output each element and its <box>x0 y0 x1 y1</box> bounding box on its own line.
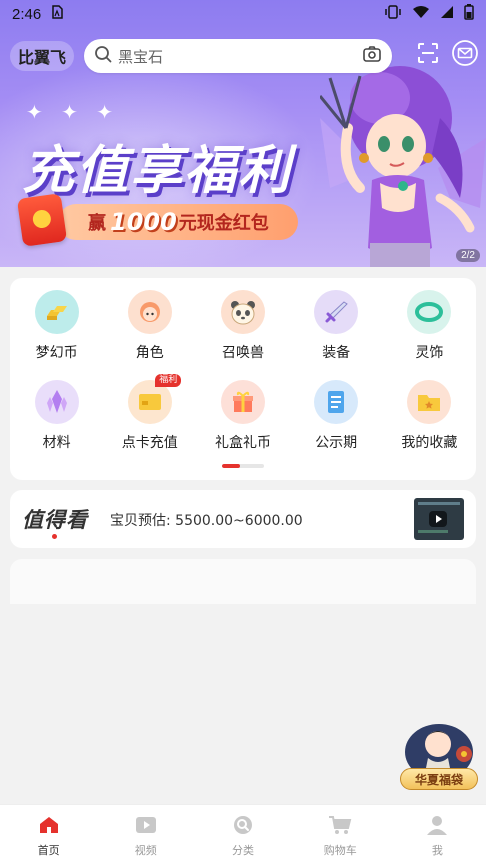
mail-icon <box>452 40 478 70</box>
category-characters[interactable]: 角色 <box>103 290 196 370</box>
category-grid: 梦幻币 角色 召唤兽 装备 灵饰 材料 福利 点卡充值 礼盒礼币 公示期 我的收… <box>10 290 476 460</box>
home-icon <box>38 815 60 839</box>
worth-look-estimate: 宝贝预估: 5500.00~6000.00 <box>110 513 303 529</box>
tab-label: 视频 <box>134 844 157 857</box>
panda-icon <box>220 290 265 334</box>
category-my-favorites[interactable]: 我的收藏 <box>383 380 476 460</box>
video-thumbnail[interactable] <box>414 498 464 540</box>
crystal-icon <box>34 380 79 424</box>
category-materials[interactable]: 材料 <box>10 380 103 460</box>
signal-icon <box>440 5 454 23</box>
gold-bars-icon <box>34 290 79 334</box>
category-public-notice[interactable]: 公示期 <box>290 380 383 460</box>
bottom-nav: 首页 视频 分类 购物车 我 <box>0 804 486 864</box>
category-label: 我的收藏 <box>401 435 458 451</box>
favorite-star-icon <box>407 380 452 424</box>
promo-label: 华夏福袋 <box>400 768 478 790</box>
jade-ring-icon <box>407 290 452 334</box>
red-envelope-icon <box>16 193 68 247</box>
vibrate-icon <box>384 5 402 23</box>
scan-button[interactable] <box>413 40 443 70</box>
category-point-card-recharge[interactable]: 福利 点卡充值 <box>103 374 196 460</box>
welfare-badge: 福利 <box>155 374 182 387</box>
category-label: 装备 <box>322 345 351 361</box>
worth-look-card[interactable]: 值得看 宝贝预估: 5500.00~6000.00 <box>10 490 476 548</box>
tab-home[interactable]: 首页 <box>0 805 97 864</box>
tab-label: 分类 <box>232 844 254 857</box>
play-icon <box>429 511 447 527</box>
category-gift-boxes[interactable]: 礼盒礼币 <box>196 380 289 460</box>
category-label: 点卡充值 <box>121 435 178 451</box>
camera-icon[interactable] <box>362 45 382 67</box>
category-summoned-beasts[interactable]: 召唤兽 <box>196 290 289 370</box>
sim-card-icon <box>51 5 63 23</box>
category-label: 梦幻币 <box>35 345 78 361</box>
category-equipment[interactable]: 装备 <box>290 290 383 370</box>
gift-box-icon <box>220 380 265 424</box>
status-icons <box>384 4 474 24</box>
scan-icon <box>416 41 440 69</box>
content-placeholder-card <box>10 559 476 604</box>
banner-reward-pill: 赢 1000 元现金红包 <box>58 204 298 240</box>
banner-headline: 充值享福利 <box>22 141 293 201</box>
tab-label: 我 <box>431 844 443 857</box>
banner-character-illustration <box>320 66 486 267</box>
battery-icon <box>464 4 474 24</box>
search-icon <box>94 45 112 67</box>
search-bar[interactable]: 黑宝石 <box>84 39 392 73</box>
category-grid-card: 梦幻币 角色 召唤兽 装备 灵饰 材料 福利 点卡充值 礼盒礼币 公示期 我的收… <box>10 278 476 480</box>
tab-cart[interactable]: 购物车 <box>292 805 389 864</box>
banner-win-label: 赢 <box>88 213 106 234</box>
category-label: 召唤兽 <box>221 345 264 361</box>
status-bar: 2:46 <box>0 0 486 28</box>
category-game-coins[interactable]: 梦幻币 <box>10 290 103 370</box>
category-page-indicator <box>222 464 264 468</box>
banner-reward-text: 元现金红包 <box>178 213 269 234</box>
worth-look-title: 值得看 <box>22 508 88 532</box>
category-label: 灵饰 <box>415 345 444 361</box>
sparkle-icon: ✦ ✦ ✦ <box>26 100 119 124</box>
category-label: 材料 <box>42 435 71 451</box>
top-bar: 比翼飞 黑宝石 <box>0 38 486 76</box>
tab-label: 首页 <box>37 844 60 857</box>
banner-page-indicator: 2/2 <box>456 249 480 262</box>
tab-video[interactable]: 视频 <box>97 805 194 864</box>
category-accessories[interactable]: 灵饰 <box>383 290 476 370</box>
tab-profile[interactable]: 我 <box>389 805 486 864</box>
character-icon <box>127 290 172 334</box>
category-label: 公示期 <box>315 435 358 451</box>
category-label: 角色 <box>135 345 164 361</box>
notice-list-icon <box>314 380 359 424</box>
server-selector[interactable]: 比翼飞 <box>10 41 75 71</box>
floating-promo[interactable]: 华夏福袋 <box>398 720 480 792</box>
category-label: 礼盒礼币 <box>214 435 271 451</box>
cart-icon <box>328 815 352 839</box>
tab-label: 购物车 <box>323 844 357 857</box>
profile-icon <box>426 815 448 839</box>
banner-amount: 1000 <box>110 208 177 236</box>
title-dot <box>52 534 57 539</box>
wifi-icon <box>412 5 430 23</box>
sword-icon <box>314 290 359 334</box>
category-icon <box>232 815 254 839</box>
status-time: 2:46 <box>12 5 42 23</box>
video-icon <box>135 815 157 839</box>
tab-category[interactable]: 分类 <box>194 805 291 864</box>
search-placeholder: 黑宝石 <box>118 47 164 66</box>
messages-button[interactable] <box>450 40 480 70</box>
